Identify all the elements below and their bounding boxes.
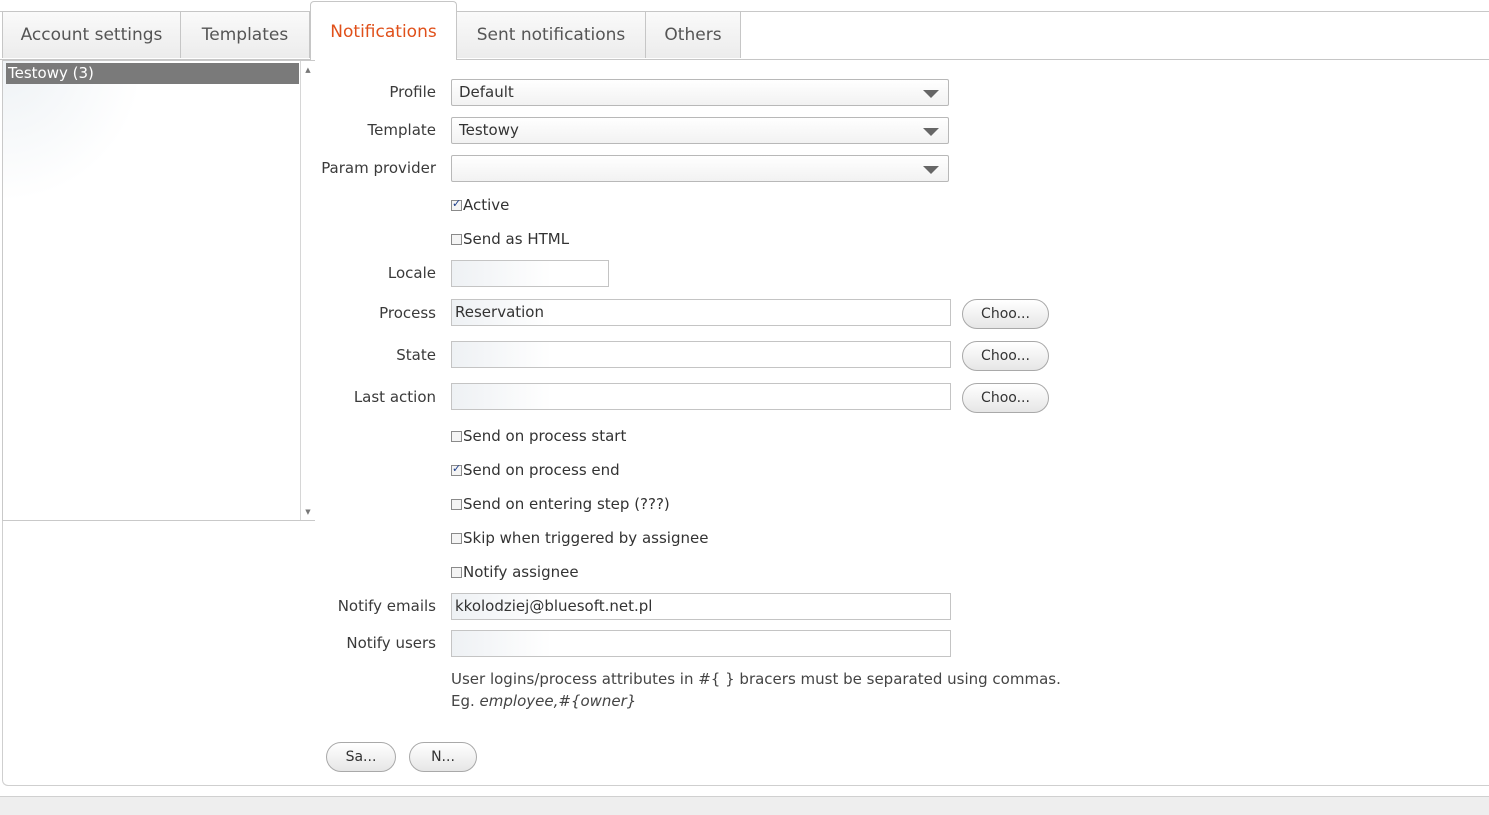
send-as-html-checkbox[interactable] [451,234,462,245]
param-provider-select[interactable] [451,155,949,182]
profile-value: Default [459,83,514,101]
active-checkbox-row[interactable]: Active [451,196,509,214]
tab-sent-notifications[interactable]: Sent notifications [457,11,646,58]
notify-users-input[interactable] [451,630,951,657]
template-select[interactable]: Testowy [451,117,949,144]
send-on-entering-step-checkbox[interactable] [451,499,462,510]
save-button[interactable]: Sa... [326,742,396,772]
skip-when-triggered-row[interactable]: Skip when triggered by assignee [451,529,708,547]
send-on-process-end-checkbox[interactable] [451,462,462,476]
last-action-label: Last action [353,388,436,406]
skip-when-triggered-checkbox[interactable] [451,533,462,544]
hint-example: Eg. employee,#{owner} [451,690,1061,712]
chevron-down-icon [923,90,939,98]
new-button[interactable]: N... [409,742,477,772]
choose-state-button[interactable]: Choo... [962,341,1049,371]
notify-assignee-checkbox[interactable] [451,567,462,578]
list-scrollbar[interactable]: ▲ ▼ [300,61,315,520]
param-provider-label: Param provider [321,159,436,177]
hint-line: User logins/process attributes in #{ } b… [451,670,1061,688]
template-value: Testowy [459,121,519,139]
scroll-down-icon[interactable]: ▼ [304,508,312,516]
notify-users-hint: User logins/process attributes in #{ } b… [451,668,1061,712]
notify-emails-input[interactable]: kkolodziej@bluesoft.net.pl [451,593,951,620]
notify-emails-label: Notify emails [337,597,436,615]
send-on-process-start-checkbox[interactable] [451,431,462,442]
notify-assignee-row[interactable]: Notify assignee [451,563,579,581]
choose-process-button[interactable]: Choo... [962,299,1049,329]
send-on-process-start-row[interactable]: Send on process start [451,427,626,445]
state-input[interactable] [451,341,951,368]
send-as-html-label: Send as HTML [463,230,570,248]
tab-bar: Account settings Templates Notifications… [0,0,1489,60]
chevron-down-icon [923,128,939,136]
profile-select[interactable]: Default [451,79,949,106]
hint-eg-prefix: Eg. [451,692,480,710]
tab-templates[interactable]: Templates [181,11,310,58]
profile-label: Profile [389,83,436,101]
notify-users-label: Notify users [346,634,436,652]
active-checkbox[interactable] [451,197,462,211]
process-input[interactable]: Reservation [451,299,951,326]
hint-eg-example: employee,#{owner} [479,692,637,710]
state-label: State [396,346,436,364]
tab-others[interactable]: Others [646,11,741,58]
tab-account-settings[interactable]: Account settings [2,11,181,58]
chevron-down-icon [923,166,939,174]
skip-when-triggered-label: Skip when triggered by assignee [463,529,709,547]
notify-assignee-label: Notify assignee [463,563,579,581]
send-on-process-end-row[interactable]: Send on process end [451,461,620,479]
notification-list[interactable]: Testowy (3) ▲ ▼ [2,60,315,521]
active-label: Active [463,196,510,214]
send-on-process-start-label: Send on process start [463,427,627,445]
send-on-process-end-label: Send on process end [463,461,620,479]
locale-label: Locale [387,264,436,282]
choose-last-action-button[interactable]: Choo... [962,383,1049,413]
process-label: Process [379,304,436,322]
scroll-up-icon[interactable]: ▲ [304,66,312,74]
tab-notifications[interactable]: Notifications [310,1,457,60]
send-on-entering-step-row[interactable]: Send on entering step (???) [451,495,670,513]
template-label: Template [367,121,436,139]
tab-underline [0,59,1489,60]
list-item[interactable]: Testowy (3) [6,63,299,84]
last-action-input[interactable] [451,383,951,410]
locale-input[interactable] [451,260,609,287]
send-as-html-row[interactable]: Send as HTML [451,230,569,248]
bottom-strip [0,796,1489,815]
send-on-entering-step-label: Send on entering step (???) [463,495,670,513]
